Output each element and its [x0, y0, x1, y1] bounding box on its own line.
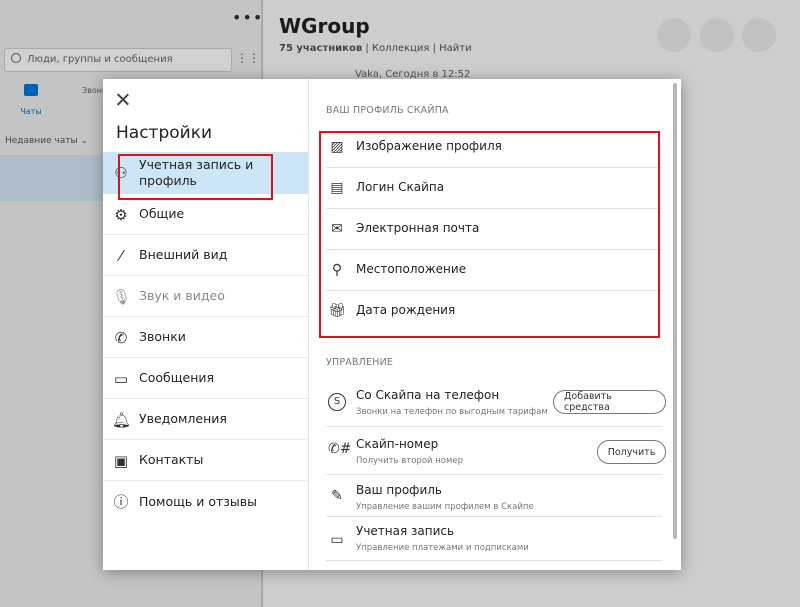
nav-notifications[interactable]: 🔔︎ Уведомления [103, 399, 308, 440]
settings-dialog: Настройки ⚇ Учетная запись и профиль ⚙ О… [103, 79, 681, 570]
phone-number-icon: ✆# [328, 441, 352, 457]
gear-icon: ⚙ [114, 206, 128, 224]
nav-contacts[interactable]: ▣ Контакты [103, 440, 308, 481]
row-label: Скайп-номер [356, 437, 439, 451]
nav-label: Уведомления [139, 411, 227, 426]
row-sublabel: Получить второй номер [356, 456, 464, 466]
contacts-icon: ▣ [113, 452, 129, 470]
bell-icon: 🔔︎ [112, 411, 132, 429]
message-icon: ▭ [113, 370, 129, 388]
nav-label: Внешний вид [139, 247, 228, 262]
nav-label: Контакты [139, 452, 204, 467]
row-sublabel: Звонки на телефон по выгодным тарифам [356, 407, 548, 417]
row-label: Ваш профиль [356, 483, 442, 497]
microphone-icon: 🎙 [112, 288, 132, 306]
nav-help-feedback[interactable]: ⓘ Помощь и отзывы [103, 481, 308, 522]
account-row[interactable]: ▭ Учетная запись Управление платежами и … [326, 517, 662, 561]
magic-wand-icon: ⁄ [119, 247, 123, 265]
account-card-icon: ▭ [330, 532, 344, 548]
your-profile-row[interactable]: ✎ Ваш профиль Управление вашим профилем … [326, 475, 662, 517]
add-funds-button[interactable]: Добавить средства [553, 390, 666, 414]
highlight-box-profile [319, 131, 660, 338]
nav-messages[interactable]: ▭ Сообщения [103, 358, 308, 399]
manage-section-heading: УПРАВЛЕНИЕ [326, 357, 394, 368]
row-label: Учетная запись [356, 524, 455, 538]
nav-label: Общие [139, 206, 185, 221]
settings-scrollbar[interactable] [669, 79, 681, 570]
close-button[interactable] [115, 92, 131, 108]
nav-label: Звук и видео [139, 288, 225, 303]
highlight-box-nav [118, 154, 273, 200]
skype-number-row[interactable]: ✆# Скайп-номер Получить второй номер Пол… [326, 427, 666, 475]
get-number-button[interactable]: Получить [597, 440, 666, 464]
settings-nav: ⚇ Учетная запись и профиль ⚙ Общие ⁄ Вне… [103, 152, 308, 522]
nav-calls[interactable]: ✆ Звонки [103, 317, 308, 358]
profile-section-heading: ВАШ ПРОФИЛЬ СКАЙПА [326, 105, 449, 116]
phone-icon: ✆ [114, 329, 128, 347]
nav-appearance[interactable]: ⁄ Внешний вид [103, 235, 308, 276]
nav-label: Сообщения [139, 370, 215, 385]
nav-general[interactable]: ⚙ Общие [103, 194, 308, 235]
settings-title: Настройки [116, 123, 213, 143]
skype-credit-icon: S [328, 393, 346, 411]
row-label: Со Скайпа на телефон [356, 388, 500, 402]
skype-to-phone-row[interactable]: S Со Скайпа на телефон Звонки на телефон… [326, 379, 666, 427]
pencil-icon: ✎ [331, 488, 343, 504]
settings-content: ВАШ ПРОФИЛЬ СКАЙПА ▨ Изображение профиля… [310, 79, 668, 570]
row-sublabel: Управление вашим профилем в Скайпе [356, 502, 534, 512]
info-icon: ⓘ [113, 493, 129, 511]
row-sublabel: Управление платежами и подписками [356, 543, 529, 553]
nav-audio-video[interactable]: 🎙 Звук и видео [103, 276, 308, 317]
nav-label: Звонки [139, 329, 186, 344]
nav-label: Помощь и отзывы [139, 493, 258, 509]
scrollbar-thumb[interactable] [673, 83, 677, 539]
settings-sidebar: Настройки ⚇ Учетная запись и профиль ⚙ О… [103, 79, 309, 570]
